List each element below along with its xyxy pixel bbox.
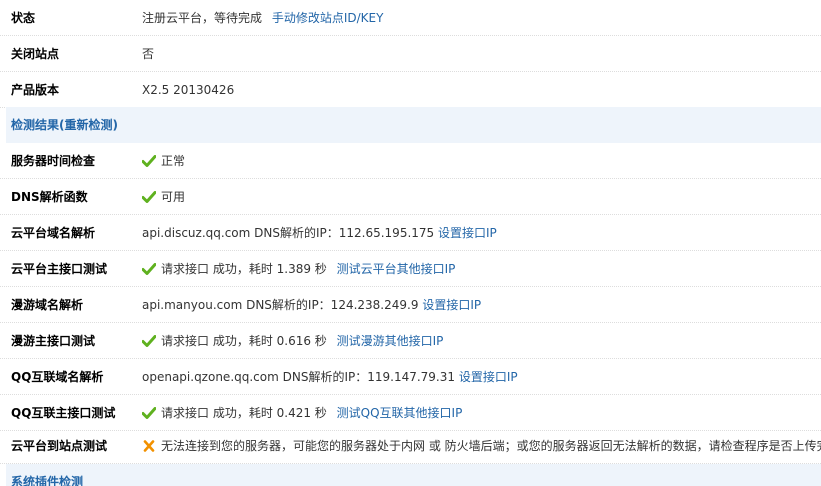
qq-dns-row: QQ互联域名解析 openapi.qzone.qq.com DNS解析的IP：1…: [0, 359, 821, 395]
qq-dns-value: openapi.qzone.qq.com DNS解析的IP：119.147.79…: [142, 359, 518, 395]
server-time-label: 服务器时间检查: [11, 154, 96, 168]
qq-api-text: 请求接口 成功，耗时 0.421 秒: [161, 406, 327, 420]
cloud-api-row: 云平台主接口测试 请求接口 成功，耗时 1.389 秒 测试云平台其他接口IP: [0, 251, 821, 287]
close-site-row: 关闭站点 否: [0, 36, 821, 72]
cloud-set-api-ip-link[interactable]: 设置接口IP: [438, 226, 497, 240]
check-icon: [142, 263, 156, 275]
dns-function-text: 可用: [161, 190, 186, 204]
cloud-to-site-text: 无法连接到您的服务器，可能您的服务器处于内网 或 防火墙后端；或您的服务器返回无…: [161, 439, 821, 453]
manyou-api-label: 漫游主接口测试: [11, 334, 96, 348]
manyou-api-text: 请求接口 成功，耗时 0.616 秒: [161, 334, 327, 348]
qq-dns-label: QQ互联域名解析: [11, 370, 104, 384]
status-text: 注册云平台，等待完成: [142, 11, 263, 25]
edit-site-id-key-link[interactable]: 手动修改站点ID/KEY: [272, 11, 384, 25]
cloud-to-site-label: 云平台到站点测试: [11, 439, 108, 453]
manyou-dns-label: 漫游域名解析: [11, 298, 84, 312]
plugin-check-header: 系统插件检测: [6, 464, 821, 486]
cloud-dns-value: api.discuz.qq.com DNS解析的IP：112.65.195.17…: [142, 215, 497, 251]
cloud-dns-row: 云平台域名解析 api.discuz.qq.com DNS解析的IP：112.6…: [0, 215, 821, 251]
dns-function-value: 可用: [142, 179, 185, 215]
cloud-to-site-value: 无法连接到您的服务器，可能您的服务器处于内网 或 防火墙后端；或您的服务器返回无…: [142, 428, 821, 463]
check-results-title: 检测结果(重新检测): [11, 107, 118, 143]
manyou-dns-row: 漫游域名解析 api.manyou.com DNS解析的IP：124.238.2…: [0, 287, 821, 323]
status-row: 状态 注册云平台，等待完成 手动修改站点ID/KEY: [0, 0, 821, 36]
cloud-to-site-row: 云平台到站点测试 无法连接到您的服务器，可能您的服务器处于内网 或 防火墙后端；…: [0, 428, 821, 464]
recheck-close-paren: ): [112, 118, 118, 132]
cloud-api-text: 请求接口 成功，耗时 1.389 秒: [161, 262, 327, 276]
server-time-row: 服务器时间检查 正常: [0, 143, 821, 179]
manyou-dns-text: api.manyou.com DNS解析的IP：124.238.249.9: [142, 298, 419, 312]
check-results-header: 检测结果(重新检测): [6, 107, 821, 143]
product-version-label: 产品版本: [11, 83, 60, 97]
cloud-api-value: 请求接口 成功，耗时 1.389 秒 测试云平台其他接口IP: [142, 251, 455, 287]
qq-api-value: 请求接口 成功，耗时 0.421 秒 测试QQ互联其他接口IP: [142, 395, 462, 431]
check-icon: [142, 335, 156, 347]
server-time-value: 正常: [142, 143, 185, 179]
close-site-label: 关闭站点: [11, 47, 60, 61]
qq-api-row: QQ互联主接口测试 请求接口 成功，耗时 0.421 秒 测试QQ互联其他接口I…: [0, 395, 821, 431]
check-icon: [142, 191, 156, 203]
check-icon: [142, 155, 156, 167]
recheck-link[interactable]: 重新检测: [65, 118, 113, 132]
cloud-dns-text: api.discuz.qq.com DNS解析的IP：112.65.195.17…: [142, 226, 435, 240]
cross-icon: [142, 440, 156, 452]
check-icon: [142, 407, 156, 419]
product-version-value: X2.5 20130426: [142, 83, 235, 97]
status-value: 注册云平台，等待完成 手动修改站点ID/KEY: [142, 0, 383, 36]
qq-set-api-ip-link[interactable]: 设置接口IP: [459, 370, 518, 384]
dns-function-row: DNS解析函数 可用: [0, 179, 821, 215]
manyou-dns-value: api.manyou.com DNS解析的IP：124.238.249.9 设置…: [142, 287, 481, 323]
qq-api-label: QQ互联主接口测试: [11, 406, 116, 420]
qq-test-other-ip-link[interactable]: 测试QQ互联其他接口IP: [337, 406, 463, 420]
server-time-text: 正常: [161, 154, 186, 168]
qq-dns-text: openapi.qzone.qq.com DNS解析的IP：119.147.79…: [142, 370, 456, 384]
cloud-dns-label: 云平台域名解析: [11, 226, 96, 240]
plugin-check-title: 系统插件检测: [11, 475, 84, 486]
manyou-test-other-ip-link[interactable]: 测试漫游其他接口IP: [337, 334, 444, 348]
manyou-set-api-ip-link[interactable]: 设置接口IP: [422, 298, 481, 312]
product-version-row: 产品版本 X2.5 20130426: [0, 72, 821, 108]
cloud-api-label: 云平台主接口测试: [11, 262, 108, 276]
close-site-value: 否: [142, 47, 155, 61]
manyou-api-value: 请求接口 成功，耗时 0.616 秒 测试漫游其他接口IP: [142, 323, 443, 359]
check-results-title-text: 检测结果: [11, 118, 60, 132]
dns-function-label: DNS解析函数: [11, 190, 88, 204]
status-label: 状态: [11, 11, 36, 25]
manyou-api-row: 漫游主接口测试 请求接口 成功，耗时 0.616 秒 测试漫游其他接口IP: [0, 323, 821, 359]
cloud-test-other-ip-link[interactable]: 测试云平台其他接口IP: [337, 262, 456, 276]
